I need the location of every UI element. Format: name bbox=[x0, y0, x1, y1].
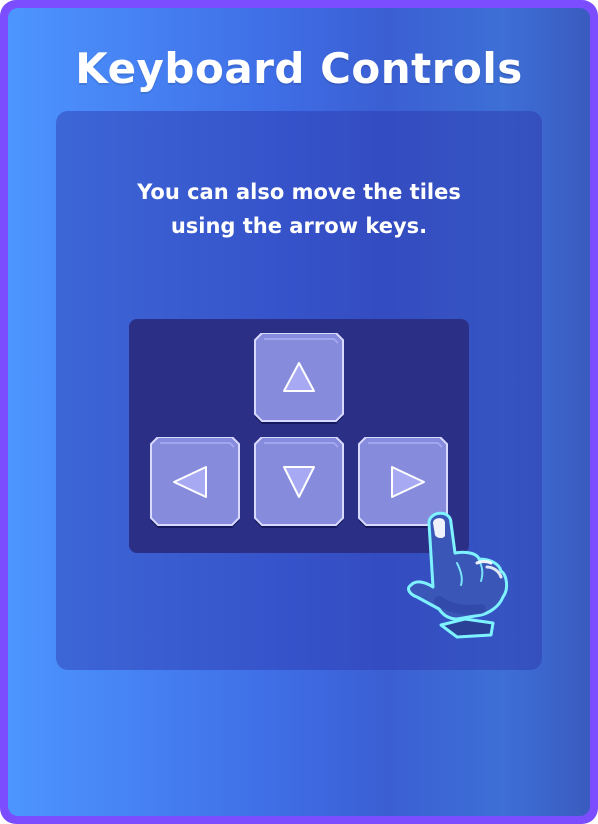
arrow-left-key[interactable] bbox=[148, 437, 242, 531]
page-title: Keyboard Controls bbox=[75, 44, 523, 93]
arrow-up-key[interactable] bbox=[252, 333, 346, 427]
tutorial-card: Keyboard Controls You can also move the … bbox=[8, 8, 590, 816]
tutorial-frame: Keyboard Controls You can also move the … bbox=[0, 0, 598, 824]
arrow-down-key[interactable] bbox=[252, 437, 346, 531]
instruction-text: You can also move the tiles using the ar… bbox=[137, 180, 461, 238]
pointing-hand-icon bbox=[395, 505, 523, 649]
